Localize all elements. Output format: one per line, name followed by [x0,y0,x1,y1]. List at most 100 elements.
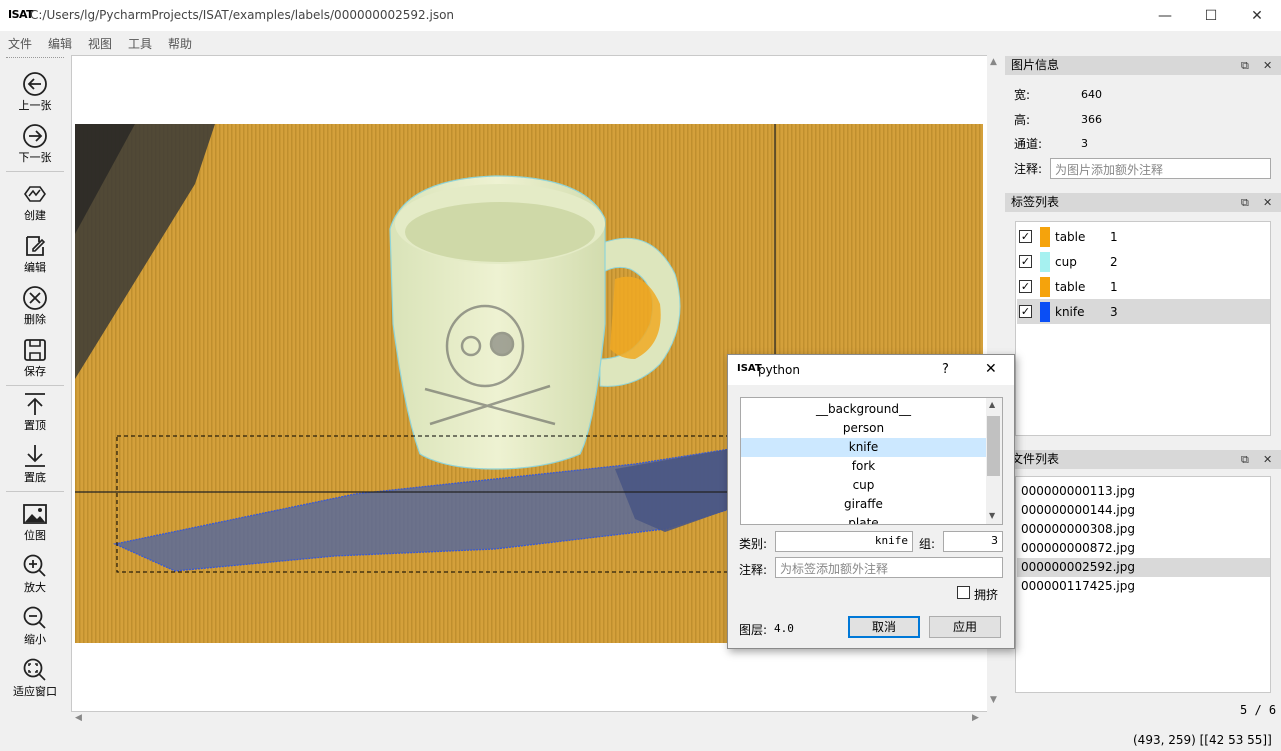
label-row[interactable]: ✓ table 1 [1017,224,1270,249]
file-item[interactable]: 000000117425.jpg [1017,577,1270,596]
scroll-thumb[interactable] [987,416,1000,476]
float-dock-icon[interactable]: ⧉ [1241,56,1249,75]
maximize-button[interactable]: ☐ [1188,0,1234,31]
file-item-selected[interactable]: 000000002592.jpg [1017,558,1270,577]
next-image-button[interactable]: 下一张 [0,121,70,173]
label-list-dock-title: 标签列表 ⧉ ✕ [1005,193,1281,212]
delete-button[interactable]: 删除 [0,283,70,335]
image-channels-label: 通道: [1014,137,1043,151]
label-visible-checkbox[interactable]: ✓ [1019,280,1032,293]
label-color-swatch [1040,277,1050,297]
fit-window-icon [23,658,46,681]
file-item[interactable]: 000000000113.jpg [1017,482,1270,501]
label-name: knife [1055,305,1085,319]
label-color-swatch [1040,227,1050,247]
dialog-help-button[interactable]: ? [942,362,949,377]
float-dock-icon[interactable]: ⧉ [1241,193,1249,212]
category-item[interactable]: giraffe [741,495,986,514]
file-item[interactable]: 000000000872.jpg [1017,539,1270,558]
scroll-down-icon[interactable]: ▼ [990,695,997,705]
to-bottom-button[interactable]: 置底 [0,441,70,493]
label-visible-checkbox[interactable]: ✓ [1019,255,1032,268]
file-list[interactable]: 000000000113.jpg 000000000144.jpg 000000… [1015,476,1271,693]
label-name: table [1055,230,1086,244]
crowd-checkbox[interactable] [957,586,970,599]
label-visible-checkbox[interactable]: ✓ [1019,305,1032,318]
scroll-left-icon[interactable]: ◀ [75,713,82,723]
category-list-scrollbar[interactable]: ▲ ▼ [986,398,1002,524]
bitmap-button[interactable]: 位图 [0,499,70,551]
send-to-bottom-icon [25,445,45,467]
scroll-up-icon[interactable]: ▲ [990,57,997,67]
create-button[interactable]: 创建 [0,179,70,231]
fit-window-label: 适应窗口 [13,685,57,698]
menu-edit[interactable]: 编辑 [48,35,72,52]
to-bottom-label: 置底 [24,471,46,484]
label-group: 1 [1110,280,1118,294]
category-label: 类别: [739,537,768,551]
dialog-close-button[interactable]: ✕ [985,361,997,377]
edit-label: 编辑 [24,261,46,274]
prev-image-button[interactable]: 上一张 [0,69,70,121]
label-group: 2 [1110,255,1118,269]
label-row-selected[interactable]: ✓ knife 3 [1017,299,1270,324]
canvas-horizontal-scrollbar[interactable]: ◀ ▶ [71,712,1001,726]
category-item[interactable]: plate [741,514,986,524]
category-item[interactable]: __background__ [741,400,986,419]
label-row[interactable]: ✓ cup 2 [1017,249,1270,274]
scroll-up-icon[interactable]: ▲ [989,400,995,409]
menu-help[interactable]: 帮助 [168,35,192,52]
label-visible-checkbox[interactable]: ✓ [1019,230,1032,243]
zoom-out-button[interactable]: 缩小 [0,603,70,655]
title-bar: ISAT C:/Users/lg/PycharmProjects/ISAT/ex… [0,0,1281,31]
close-dock-icon[interactable]: ✕ [1263,56,1272,75]
label-row[interactable]: ✓ table 1 [1017,274,1270,299]
scroll-down-icon[interactable]: ▼ [989,511,995,520]
category-item[interactable]: person [741,419,986,438]
label-name: cup [1055,255,1077,269]
to-top-button[interactable]: 置顶 [0,389,70,441]
minimize-button[interactable]: — [1142,0,1188,31]
file-item[interactable]: 000000000144.jpg [1017,501,1270,520]
close-dock-icon[interactable]: ✕ [1263,450,1272,469]
close-dock-icon[interactable]: ✕ [1263,193,1272,212]
group-label: 组: [919,537,936,551]
create-label: 创建 [24,209,46,222]
category-item-selected[interactable]: knife [741,438,986,457]
float-dock-icon[interactable]: ⧉ [1241,450,1249,469]
label-note-input[interactable]: 为标签添加额外注释 [775,557,1003,578]
menu-view[interactable]: 视图 [88,35,112,52]
label-group: 3 [1110,305,1118,319]
category-input[interactable]: knife [775,531,913,552]
file-item[interactable]: 000000000308.jpg [1017,520,1270,539]
zoom-in-button[interactable]: 放大 [0,551,70,603]
zoom-in-icon [23,554,46,577]
fit-window-button[interactable]: 适应窗口 [0,655,70,707]
image-note-input[interactable]: 为图片添加额外注释 [1050,158,1271,179]
close-button[interactable]: ✕ [1234,0,1280,31]
toolbar: 上一张 下一张 创建 编辑 删除 保存 置顶 置底 位图 放大 缩小 适应窗口 [0,55,70,705]
cancel-button[interactable]: 取消 [848,616,920,638]
to-top-label: 置顶 [24,419,46,432]
image-height-value: 366 [1081,113,1102,126]
scroll-right-icon[interactable]: ▶ [972,713,979,723]
menu-file[interactable]: 文件 [8,35,32,52]
zoom-out-icon [23,606,46,629]
label-name: table [1055,280,1086,294]
category-item[interactable]: cup [741,476,986,495]
next-image-label: 下一张 [18,151,52,164]
category-list[interactable]: __background__ person knife fork cup gir… [740,397,1003,525]
label-list[interactable]: ✓ table 1 ✓ cup 2 ✓ table 1 ✓ knife 3 [1015,221,1271,436]
apply-button[interactable]: 应用 [929,616,1001,638]
delete-icon [23,286,47,310]
group-input[interactable]: 3 [943,531,1003,552]
image-width-label: 宽: [1014,88,1031,102]
edit-button[interactable]: 编辑 [0,231,70,283]
category-item[interactable]: fork [741,457,986,476]
crowd-label: 拥挤 [974,588,999,602]
image-note-label: 注释: [1014,162,1043,176]
save-button[interactable]: 保存 [0,335,70,387]
menu-tools[interactable]: 工具 [128,35,152,52]
file-list-dock-title: 文件列表 ⧉ ✕ [1005,450,1281,469]
dialog-title: python [758,363,800,377]
